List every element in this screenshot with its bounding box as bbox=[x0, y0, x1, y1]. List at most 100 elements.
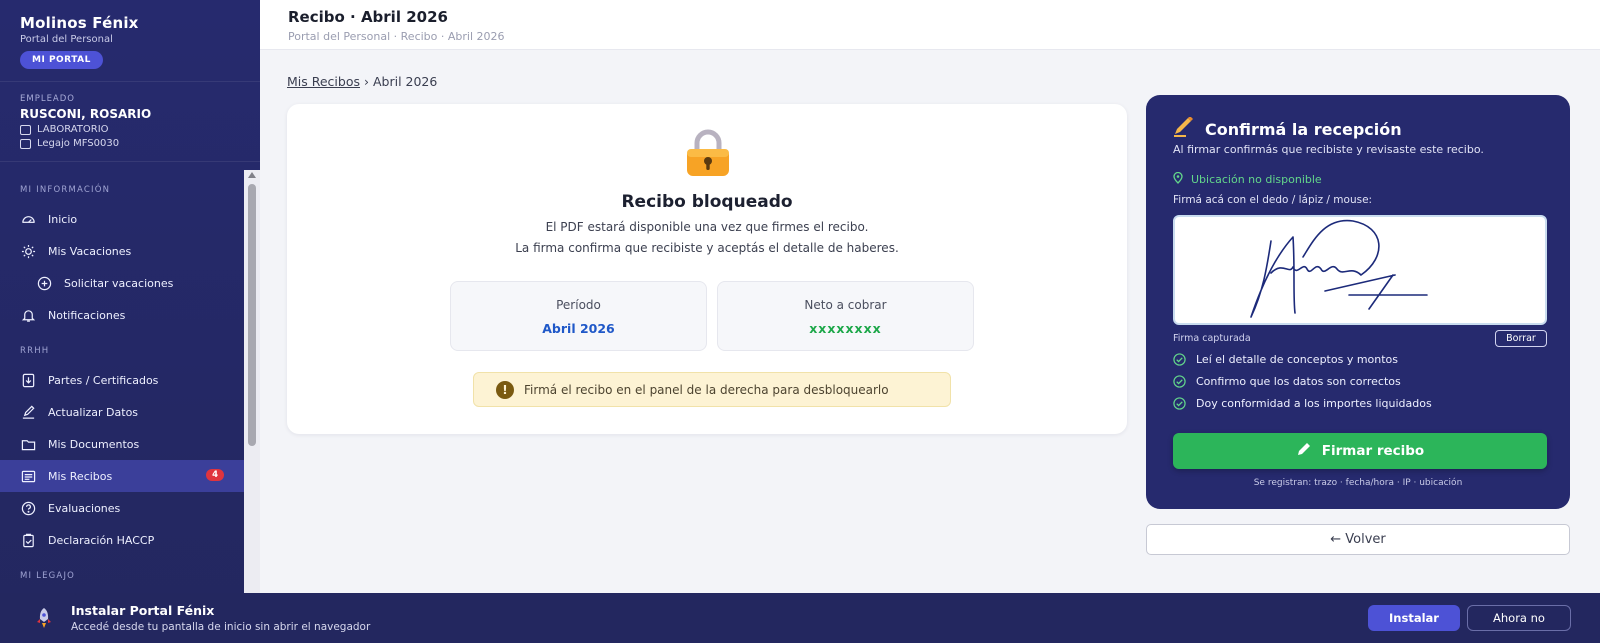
signature-audit-note: Se registran: trazo · fecha/hora · IP · … bbox=[1253, 478, 1463, 488]
location-pin-icon bbox=[1173, 171, 1183, 187]
locked-description-1: El PDF estará disponible una vez que fir… bbox=[545, 220, 869, 234]
signature-title: Confirmá la recepción bbox=[1205, 119, 1402, 139]
install-subtitle: Accedé desde tu pantalla de inicio sin a… bbox=[71, 621, 371, 633]
sidebar-item-label: Mis Documentos bbox=[48, 437, 140, 451]
signature-instruction: Firmá acá con el dedo / lápiz / mouse: bbox=[1173, 194, 1373, 206]
sidebar-item-inicio[interactable]: Inicio bbox=[0, 203, 244, 235]
sidebar: Molinos Fénix Portal del Personal MI POR… bbox=[0, 0, 260, 643]
install-banner: Instalar Portal Fénix Accedé desde tu pa… bbox=[0, 593, 1600, 643]
confirm-check-3[interactable]: Doy conformidad a los importes liquidado… bbox=[1173, 397, 1432, 410]
writing-hand-icon bbox=[1173, 116, 1195, 141]
sidebar-item-documentos[interactable]: Mis Documentos bbox=[0, 428, 244, 460]
location-status: Ubicación no disponible bbox=[1173, 171, 1322, 187]
employee-area: LABORATORIO bbox=[20, 124, 240, 135]
sidebar-item-solicitar-vacaciones[interactable]: Solicitar vacaciones bbox=[0, 267, 244, 299]
locked-title: Recibo bloqueado bbox=[621, 192, 793, 212]
sidebar-item-recibos[interactable]: Mis Recibos 4 bbox=[0, 460, 244, 492]
section-rrhh: RRHH bbox=[20, 346, 50, 356]
page-title: Recibo · Abril 2026 bbox=[288, 8, 448, 26]
employee-card: EMPLEADO RUSCONI, ROSARIO LABORATORIO Le… bbox=[0, 82, 260, 162]
folder-icon bbox=[20, 436, 36, 452]
dashboard-icon bbox=[20, 211, 36, 227]
brand-subtitle: Portal del Personal bbox=[20, 34, 113, 45]
recibos-count-badge: 4 bbox=[206, 469, 224, 481]
brand-title: Molinos Fénix bbox=[20, 14, 139, 32]
period-box: Período Abril 2026 bbox=[450, 281, 707, 351]
clipboard-check-icon bbox=[20, 532, 36, 548]
clear-signature-button[interactable]: Borrar bbox=[1495, 330, 1547, 347]
breadcrumb-current: Abril 2026 bbox=[372, 74, 438, 89]
sidebar-item-label: Mis Recibos bbox=[48, 469, 113, 483]
employee-area-text: LABORATORIO bbox=[37, 124, 109, 135]
sidebar-item-label: Declaración HACCP bbox=[48, 533, 155, 547]
plus-circle-icon bbox=[36, 275, 52, 291]
period-value: Abril 2026 bbox=[542, 321, 615, 336]
sidebar-item-notificaciones[interactable]: Notificaciones bbox=[0, 299, 244, 331]
net-pay-label: Neto a cobrar bbox=[804, 298, 887, 312]
unlock-warning: ! Firmá el recibo en el panel de la dere… bbox=[473, 372, 951, 407]
sidebar-item-vacaciones[interactable]: Mis Vacaciones bbox=[0, 235, 244, 267]
not-now-button[interactable]: Ahora no bbox=[1467, 605, 1571, 631]
question-circle-icon bbox=[20, 500, 36, 516]
employee-legajo: Legajo MFS0030 bbox=[20, 138, 240, 149]
sidebar-item-partes[interactable]: Partes / Certificados bbox=[0, 364, 244, 396]
confirm-check-1[interactable]: Leí el detalle de conceptos y montos bbox=[1173, 353, 1398, 366]
signature-panel: Confirmá la recepción Al firmar confirmá… bbox=[1146, 95, 1570, 509]
signature-pad[interactable] bbox=[1173, 215, 1547, 325]
install-button[interactable]: Instalar bbox=[1368, 605, 1460, 631]
sidebar-item-label: Mis Vacaciones bbox=[48, 244, 132, 258]
sidebar-item-label: Evaluaciones bbox=[48, 501, 121, 515]
sidebar-item-evaluaciones[interactable]: Evaluaciones bbox=[0, 492, 244, 524]
signature-captured-label: Firma capturada bbox=[1173, 333, 1251, 344]
install-title: Instalar Portal Fénix bbox=[71, 603, 215, 618]
back-button[interactable]: ← Volver bbox=[1146, 524, 1570, 555]
location-status-text: Ubicación no disponible bbox=[1191, 173, 1322, 186]
period-label: Período bbox=[556, 298, 601, 312]
section-mi-legajo: MI LEGAJO bbox=[20, 571, 76, 581]
sign-receipt-button[interactable]: Firmar recibo bbox=[1173, 433, 1547, 469]
unlock-warning-text: Firmá el recibo en el panel de la derech… bbox=[524, 382, 889, 397]
sun-icon bbox=[20, 243, 36, 259]
breadcrumb: Mis Recibos › Abril 2026 bbox=[287, 74, 437, 89]
scroll-up-arrow-icon[interactable] bbox=[248, 172, 256, 178]
edit-icon bbox=[20, 404, 36, 420]
section-mi-informacion: MI INFORMACIÓN bbox=[20, 185, 111, 195]
check-circle-icon bbox=[1173, 375, 1186, 388]
check-circle-icon bbox=[1173, 353, 1186, 366]
download-doc-icon bbox=[20, 372, 36, 388]
confirm-check-1-text: Leí el detalle de conceptos y montos bbox=[1196, 353, 1399, 366]
confirm-check-2[interactable]: Confirmo que los datos son correctos bbox=[1173, 375, 1401, 388]
employee-name: RUSCONI, ROSARIO bbox=[20, 107, 152, 121]
warning-icon: ! bbox=[496, 380, 514, 399]
sidebar-item-actualizar-datos[interactable]: Actualizar Datos bbox=[0, 396, 244, 428]
brand-block: Molinos Fénix Portal del Personal MI POR… bbox=[0, 0, 260, 82]
building-icon bbox=[20, 124, 31, 135]
confirm-check-3-text: Doy conformidad a los importes liquidado… bbox=[1196, 397, 1432, 410]
sidebar-item-haccp[interactable]: Declaración HACCP bbox=[0, 524, 244, 556]
padlock-icon bbox=[685, 129, 731, 181]
locked-receipt-card: Recibo bloqueado El PDF estará disponibl… bbox=[287, 104, 1127, 434]
bell-icon bbox=[20, 307, 36, 323]
sidebar-item-label: Solicitar vacaciones bbox=[64, 276, 174, 290]
breadcrumb-separator: › bbox=[363, 74, 369, 89]
breadcrumb-mis-recibos-link[interactable]: Mis Recibos bbox=[287, 74, 360, 89]
receipt-icon bbox=[20, 468, 36, 484]
signature-title-row: Confirmá la recepción bbox=[1173, 116, 1402, 141]
sign-receipt-label: Firmar recibo bbox=[1321, 443, 1425, 459]
signature-stroke bbox=[1250, 219, 1428, 318]
pencil-icon bbox=[1296, 441, 1312, 461]
sidebar-scrollbar[interactable] bbox=[244, 170, 260, 593]
sidebar-item-label: Inicio bbox=[48, 212, 78, 226]
scrollbar-thumb[interactable] bbox=[248, 184, 256, 446]
sidebar-nav: MI INFORMACIÓN Inicio Mis Vacaciones Sol… bbox=[0, 170, 244, 593]
net-pay-box: Neto a cobrar xxxxxxxx bbox=[717, 281, 974, 351]
id-card-icon bbox=[20, 138, 31, 149]
employee-legajo-text: Legajo MFS0030 bbox=[37, 138, 120, 149]
net-pay-value: xxxxxxxx bbox=[809, 321, 882, 336]
page-header: Recibo · Abril 2026 Portal del Personal … bbox=[260, 0, 1600, 50]
confirm-check-2-text: Confirmo que los datos son correctos bbox=[1196, 375, 1401, 388]
header-breadcrumb: Portal del Personal · Recibo · Abril 202… bbox=[288, 30, 505, 43]
employee-label: EMPLEADO bbox=[20, 94, 75, 104]
signature-subtitle: Al firmar confirmás que recibiste y revi… bbox=[1173, 143, 1484, 156]
my-portal-pill[interactable]: MI PORTAL bbox=[20, 51, 103, 69]
